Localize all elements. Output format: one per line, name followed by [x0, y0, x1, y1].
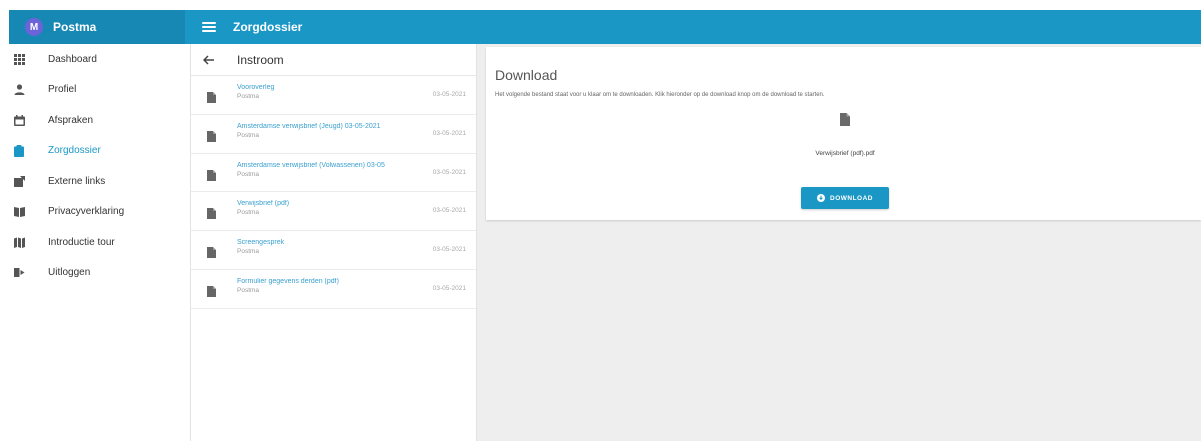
sidebar-item-label: Afspraken: [48, 114, 94, 126]
sidebar-item-zorgdossier[interactable]: Zorgdossier: [9, 136, 190, 167]
file-icon: [840, 113, 850, 126]
privacy-icon: [13, 206, 25, 218]
download-file-name: Verwijsbrief (pdf).pdf: [815, 150, 875, 157]
sidebar-item-dashboard[interactable]: Dashboard: [9, 44, 190, 75]
calendar-icon: [13, 114, 25, 126]
list-item-date: 03-05-2021: [432, 129, 466, 137]
download-card: Download Het volgende bestand staat voor…: [486, 47, 1201, 220]
list-item[interactable]: Vooroverleg Postma 03-05-2021: [191, 76, 476, 115]
list-item-subtitle: Postma: [237, 93, 260, 100]
download-description: Het volgende bestand staat voor u klaar …: [495, 92, 825, 98]
file-icon: [207, 245, 216, 259]
list-item-subtitle: Postma: [237, 286, 260, 294]
list-item-subtitle: Postma: [237, 170, 260, 178]
app-window: M Postma Zorgdossier Dashboard Profiel A…: [9, 10, 1201, 441]
sidebar-item-externe-links[interactable]: Externe links: [9, 166, 190, 197]
sidebar-item-label: Uitloggen: [48, 267, 91, 279]
logout-icon: [13, 267, 25, 279]
list-item-title: Vooroverleg: [237, 84, 275, 91]
sidebar-item-label: Profiel: [48, 84, 77, 96]
list-item[interactable]: Amsterdamse verwijsbrief (Jeugd) 03-05-2…: [191, 115, 476, 154]
brand-name: Postma: [53, 20, 97, 34]
list-item-title: Verwijsbrief (pdf): [237, 200, 290, 208]
sidebar-item-profiel[interactable]: Profiel: [9, 75, 190, 106]
external-link-icon: [13, 175, 25, 187]
sidebar-item-label: Externe links: [48, 175, 106, 187]
list-item[interactable]: Formulier gegevens derden (pdf) Postma 0…: [191, 270, 476, 309]
sidebar-item-introductie-tour[interactable]: Introductie tour: [9, 227, 190, 258]
page-title: Zorgdossier: [233, 20, 303, 34]
map-icon: [13, 236, 25, 248]
sidebar-item-afspraken[interactable]: Afspraken: [9, 105, 190, 136]
list-item[interactable]: Amsterdamse verwijsbrief (Volwassenen) 0…: [191, 154, 476, 193]
file-icon: [207, 284, 216, 297]
sidebar-item-privacyverklaring[interactable]: Privacyverklaring: [9, 197, 190, 228]
list-item-title: Amsterdamse verwijsbrief (Jeugd) 03-05-2…: [237, 122, 381, 130]
list-item[interactable]: Verwijsbrief (pdf) Postma 03-05-2021: [191, 192, 476, 232]
file-icon: [207, 206, 216, 220]
sidebar-item-label: Introductie tour: [48, 236, 115, 248]
file-icon: [207, 90, 216, 103]
sidebar-item-uitloggen[interactable]: Uitloggen: [9, 258, 190, 289]
list-item-date: 03-05-2021: [432, 168, 466, 176]
sidebar-item-label: Dashboard: [48, 53, 97, 65]
list-item-date: 03-05-2021: [432, 91, 466, 98]
list-title: Instroom: [237, 52, 284, 67]
list-item-title: Amsterdamse verwijsbrief (Volwassenen) 0…: [237, 161, 385, 169]
file-icon: [207, 168, 216, 181]
list-item-subtitle: Postma: [237, 131, 260, 139]
avatar[interactable]: M: [25, 18, 43, 36]
document-list-panel: Instroom Vooroverleg Postma 03-05-2021 A…: [191, 44, 477, 441]
list-item-date: 03-05-2021: [432, 284, 466, 292]
sidebar-item-label: Privacyverklaring: [48, 206, 125, 218]
list-item-date: 03-05-2021: [432, 207, 466, 215]
file-icon: [207, 129, 216, 142]
clipboard-icon: [13, 144, 25, 157]
list-item-subtitle: Postma: [237, 248, 260, 256]
top-bar: M Postma Zorgdossier: [9, 10, 1201, 44]
download-button[interactable]: DOWNLOAD: [801, 187, 889, 209]
download-title: Download: [495, 67, 558, 83]
list-item-title: Screengesprek: [237, 239, 285, 247]
back-arrow-icon[interactable]: [203, 53, 217, 67]
list-item-date: 03-05-2021: [432, 246, 466, 254]
download-icon: [817, 189, 825, 207]
person-icon: [13, 84, 25, 96]
list-item[interactable]: Screengesprek Postma 03-05-2021: [191, 231, 476, 270]
list-item-subtitle: Postma: [237, 209, 260, 217]
list-header: Instroom: [191, 44, 476, 76]
download-button-label: DOWNLOAD: [830, 194, 873, 202]
hamburger-menu-icon[interactable]: [202, 18, 216, 36]
sidebar-item-label: Zorgdossier: [48, 145, 101, 157]
list-item-title: Formulier gegevens derden (pdf): [237, 277, 339, 285]
brand: M Postma: [9, 10, 185, 44]
sidebar: Dashboard Profiel Afspraken Zorgdossier …: [9, 44, 191, 441]
grid-icon: [13, 53, 25, 65]
